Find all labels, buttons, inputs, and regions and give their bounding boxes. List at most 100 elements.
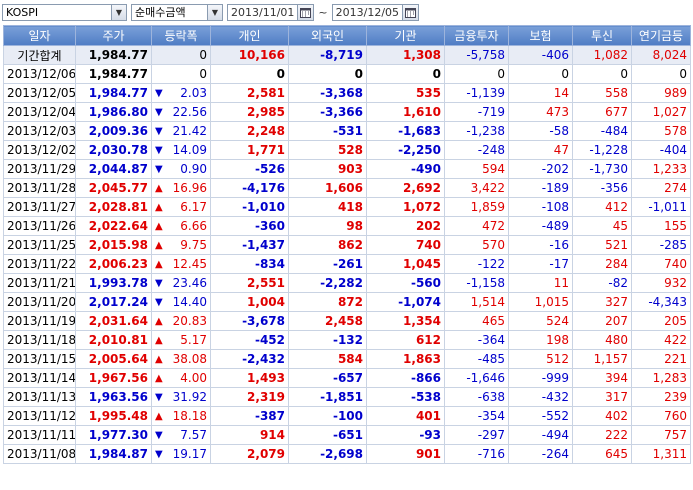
row-change: ▲ 6.66 xyxy=(151,216,211,236)
row-trust: 412 xyxy=(572,197,632,217)
column-header[interactable]: 개인 xyxy=(210,25,289,46)
column-header[interactable]: 금융투자 xyxy=(444,25,509,46)
row-institution: 740 xyxy=(366,235,445,255)
row-trust: 402 xyxy=(572,406,632,426)
arrow-down-icon: ▼ xyxy=(155,277,163,289)
date-to-field[interactable]: 2013/12/05 xyxy=(331,3,420,21)
row-change: ▼ 14.40 xyxy=(151,292,211,312)
table-row[interactable]: 2013/11/26 2,022.64 ▲ 6.66 -360 98 202 472 -489 4… xyxy=(3,216,691,236)
chevron-down-icon[interactable]: ▼ xyxy=(111,4,126,20)
row-individual: -3,678 xyxy=(210,311,289,331)
row-fin: 594 xyxy=(444,159,509,179)
row-change: ▼ 19.17 xyxy=(151,444,211,464)
chevron-down-icon[interactable]: ▼ xyxy=(207,4,222,20)
table-row[interactable]: 2013/11/12 1,995.48 ▲ 18.18 -387 -100 401 -354-… xyxy=(3,406,691,426)
row-institution: 901 xyxy=(366,444,445,464)
arrow-up-icon: ▲ xyxy=(155,353,163,365)
row-institution: -866 xyxy=(366,368,445,388)
row-institution: -538 xyxy=(366,387,445,407)
row-ins: 1,015 xyxy=(508,292,573,312)
table-row[interactable]: 2013/11/27 2,028.81 ▲ 6.17 -1,010 418 1,072 1,8… xyxy=(3,197,691,217)
row-ins: 14 xyxy=(508,83,573,103)
row-pension: 0 xyxy=(631,64,691,84)
total-change: 0 xyxy=(151,45,211,65)
column-header[interactable]: 투신 xyxy=(572,25,632,46)
table-row[interactable]: 2013/11/29 2,044.87 ▼ 0.90 -526 903 -490 594 -20… xyxy=(3,159,691,179)
column-header[interactable]: 보험 xyxy=(508,25,573,46)
row-change-value: 2.03 xyxy=(180,86,207,100)
table-row[interactable]: 2013/11/18 2,010.81 ▲ 5.17 -452 -132 612 -364 19… xyxy=(3,330,691,350)
total-row[interactable]: 기간합계 1,984.77 0 10,166 -8,719 1,308 -5,7… xyxy=(3,45,691,65)
row-date: 2013/12/03 xyxy=(3,121,76,141)
arrow-up-icon: ▲ xyxy=(155,410,163,422)
row-ins: -264 xyxy=(508,444,573,464)
table-row[interactable]: 2013/12/06 1,984.77 0 0 0 0 0 0 0 0 xyxy=(3,64,691,84)
row-foreign: 98 xyxy=(288,216,367,236)
market-select[interactable]: KOSPI ▼ xyxy=(2,3,127,21)
row-change-value: 0.90 xyxy=(180,162,207,176)
row-pension: -404 xyxy=(631,140,691,160)
table-row[interactable]: 2013/11/20 2,017.24 ▼ 14.40 1,004 872 -1,074 1,… xyxy=(3,292,691,312)
total-price: 1,984.77 xyxy=(75,45,152,65)
table-row[interactable]: 2013/11/11 1,977.30 ▼ 7.57 914 -651 -93 -297 -49… xyxy=(3,425,691,445)
table-row[interactable]: 2013/11/15 2,005.64 ▲ 38.08 -2,432 584 1,863 -4… xyxy=(3,349,691,369)
date-to-value[interactable]: 2013/12/05 xyxy=(333,6,402,19)
row-trust: -1,730 xyxy=(572,159,632,179)
row-institution: 202 xyxy=(366,216,445,236)
table-row[interactable]: 2013/11/25 2,015.98 ▲ 9.75 -1,437 862 740 570 -1… xyxy=(3,235,691,255)
row-institution: 612 xyxy=(366,330,445,350)
row-change-value: 18.18 xyxy=(172,409,207,423)
table-row[interactable]: 2013/11/19 2,031.64 ▲ 20.83 -3,678 2,458 1,354… xyxy=(3,311,691,331)
table-row[interactable]: 2013/12/03 2,009.36 ▼ 21.42 2,248 -531 -1,683-… xyxy=(3,121,691,141)
column-header[interactable]: 외국인 xyxy=(288,25,367,46)
row-individual: 2,248 xyxy=(210,121,289,141)
market-select-value: KOSPI xyxy=(6,5,39,19)
row-date: 2013/11/29 xyxy=(3,159,76,179)
row-ins: -108 xyxy=(508,197,573,217)
row-fin: -364 xyxy=(444,330,509,350)
row-change: ▼ 14.09 xyxy=(151,140,211,160)
row-date: 2013/11/28 xyxy=(3,178,76,198)
row-foreign: -261 xyxy=(288,254,367,274)
row-fin: -719 xyxy=(444,102,509,122)
arrow-down-icon: ▼ xyxy=(155,296,163,308)
date-from-field[interactable]: 2013/11/01 xyxy=(227,3,315,21)
row-individual: 1,771 xyxy=(210,140,289,160)
table-row[interactable]: 2013/12/05 1,984.77 ▼ 2.03 2,581 -3,368 535 -1,… xyxy=(3,83,691,103)
row-change: ▼ 21.42 xyxy=(151,121,211,141)
column-header[interactable]: 등락폭 xyxy=(151,25,211,46)
table-row[interactable]: 2013/11/08 1,984.87 ▼ 19.17 2,079 -2,698 901 -7… xyxy=(3,444,691,464)
column-header[interactable]: 연기금등 xyxy=(631,25,691,46)
row-price: 1,995.48 xyxy=(75,406,152,426)
table-row[interactable]: 2013/11/21 1,993.78 ▼ 23.46 2,551 -2,282 -560-… xyxy=(3,273,691,293)
table-row[interactable]: 2013/11/14 1,967.56 ▲ 4.00 1,493 -657 -866 -1,6… xyxy=(3,368,691,388)
row-change-value: 12.45 xyxy=(172,257,207,271)
column-header[interactable]: 주가 xyxy=(75,25,152,46)
table-row[interactable]: 2013/12/02 2,030.78 ▼ 14.09 1,771 528 -2,250 -2… xyxy=(3,140,691,160)
row-pension: -4,343 xyxy=(631,292,691,312)
calendar-icon[interactable] xyxy=(297,4,314,20)
row-trust: 207 xyxy=(572,311,632,331)
row-ins: 198 xyxy=(508,330,573,350)
metric-select[interactable]: 순매수금액 ▼ xyxy=(131,3,223,21)
row-date: 2013/12/04 xyxy=(3,102,76,122)
table-row[interactable]: 2013/11/22 2,006.23 ▲ 12.45 -834 -261 1,045 -12… xyxy=(3,254,691,274)
table-row[interactable]: 2013/12/04 1,986.80 ▼ 22.56 2,985 -3,366 1,610… xyxy=(3,102,691,122)
column-header[interactable]: 기관 xyxy=(366,25,445,46)
table-row[interactable]: 2013/11/13 1,963.56 ▼ 31.92 2,319 -1,851 -538-… xyxy=(3,387,691,407)
row-trust: 677 xyxy=(572,102,632,122)
row-fin: -1,139 xyxy=(444,83,509,103)
row-pension: 155 xyxy=(631,216,691,236)
table-row[interactable]: 2013/11/28 2,045.77 ▲ 16.96 -4,176 1,606 2,692… xyxy=(3,178,691,198)
row-individual: -4,176 xyxy=(210,178,289,198)
date-from-value[interactable]: 2013/11/01 xyxy=(228,6,297,19)
arrow-down-icon: ▼ xyxy=(155,125,163,137)
column-header[interactable]: 일자 xyxy=(3,25,76,46)
row-individual: -2,432 xyxy=(210,349,289,369)
row-pension: -1,011 xyxy=(631,197,691,217)
row-individual: -387 xyxy=(210,406,289,426)
row-price: 1,977.30 xyxy=(75,425,152,445)
calendar-icon[interactable] xyxy=(402,4,419,20)
arrow-up-icon: ▲ xyxy=(155,239,163,251)
row-foreign: 528 xyxy=(288,140,367,160)
